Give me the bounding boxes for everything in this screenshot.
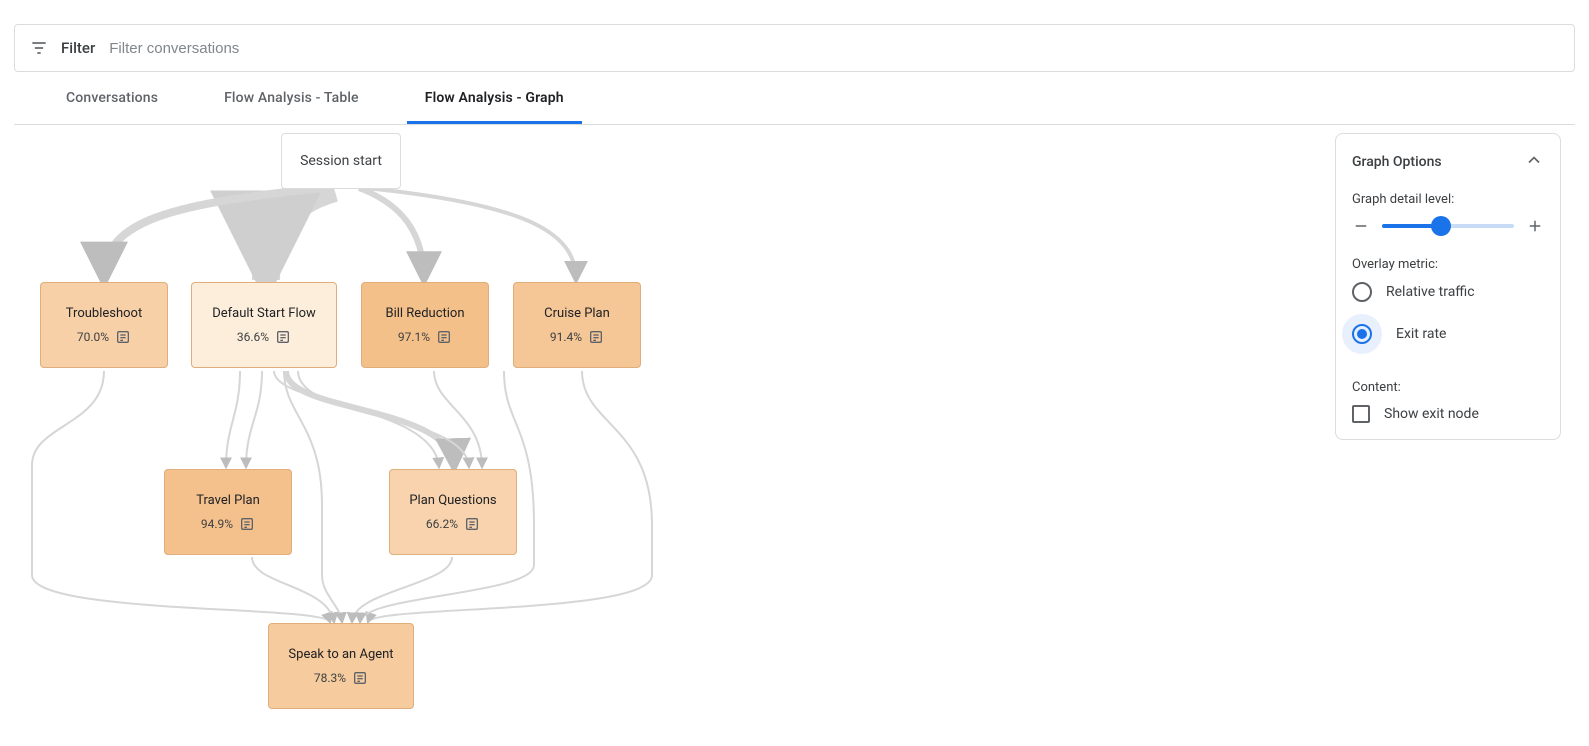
content-label: Content:: [1352, 380, 1544, 395]
overlay-metric-label: Overlay metric:: [1352, 257, 1544, 272]
graph-options-header[interactable]: Graph Options: [1352, 150, 1544, 174]
checkbox-icon: [1352, 405, 1370, 423]
node-pct: 36.6%: [237, 330, 269, 344]
node-travel-plan[interactable]: Travel Plan 94.9%: [164, 469, 292, 555]
details-icon: [436, 329, 452, 345]
node-title: Bill Reduction: [385, 306, 464, 321]
tabs: Conversations Flow Analysis - Table Flow…: [14, 72, 1575, 125]
zoom-out-button[interactable]: [1352, 217, 1370, 235]
tab-conversations[interactable]: Conversations: [48, 72, 176, 124]
node-plan-questions[interactable]: Plan Questions 66.2%: [389, 469, 517, 555]
node-pct: 94.9%: [201, 517, 233, 531]
node-pct: 91.4%: [550, 330, 582, 344]
details-icon: [275, 329, 291, 345]
radio-exit-rate[interactable]: Exit rate: [1352, 314, 1544, 354]
radio-icon: [1352, 282, 1372, 302]
radio-halo: [1342, 314, 1382, 354]
node-session-start[interactable]: Session start: [281, 133, 401, 189]
node-title: Travel Plan: [196, 493, 260, 508]
checkbox-show-exit-node[interactable]: Show exit node: [1352, 405, 1544, 423]
tab-flow-graph[interactable]: Flow Analysis - Graph: [407, 72, 582, 124]
details-icon: [239, 516, 255, 532]
zoom-in-button[interactable]: [1526, 217, 1544, 235]
details-icon: [115, 329, 131, 345]
node-pct: 66.2%: [426, 517, 458, 531]
node-title: Plan Questions: [409, 493, 496, 508]
radio-label: Exit rate: [1396, 326, 1446, 342]
slider-thumb[interactable]: [1431, 216, 1451, 236]
detail-level-label: Graph detail level:: [1352, 192, 1544, 207]
graph-canvas[interactable]: Session start Troubleshoot 70.0% Default…: [14, 125, 1575, 745]
node-troubleshoot[interactable]: Troubleshoot 70.0%: [40, 282, 168, 368]
chevron-up-icon: [1524, 150, 1544, 174]
node-speak-to-agent[interactable]: Speak to an Agent 78.3%: [268, 623, 414, 709]
detail-level-slider-row: [1352, 217, 1544, 235]
graph-options-panel: Graph Options Graph detail level: Overla…: [1335, 133, 1561, 440]
radio-label: Relative traffic: [1386, 284, 1475, 300]
node-title: Cruise Plan: [544, 306, 610, 321]
node-title: Troubleshoot: [66, 306, 142, 321]
node-bill-reduction[interactable]: Bill Reduction 97.1%: [361, 282, 489, 368]
node-pct: 70.0%: [77, 330, 109, 344]
details-icon: [352, 670, 368, 686]
details-icon: [588, 329, 604, 345]
node-pct: 97.1%: [398, 330, 430, 344]
details-icon: [464, 516, 480, 532]
detail-level-slider[interactable]: [1382, 224, 1514, 228]
filter-input[interactable]: [107, 39, 1560, 58]
node-default-start-flow[interactable]: Default Start Flow 36.6%: [191, 282, 337, 368]
node-title: Default Start Flow: [212, 306, 316, 321]
checkbox-label: Show exit node: [1384, 406, 1479, 422]
filter-bar: Filter: [14, 24, 1575, 72]
node-cruise-plan[interactable]: Cruise Plan 91.4%: [513, 282, 641, 368]
filter-label: Filter: [61, 39, 95, 57]
filter-icon: [29, 38, 49, 58]
radio-icon: [1352, 324, 1372, 344]
graph-options-title: Graph Options: [1352, 154, 1442, 170]
node-session-start-label: Session start: [300, 153, 382, 169]
tab-flow-table[interactable]: Flow Analysis - Table: [206, 72, 377, 124]
radio-relative-traffic[interactable]: Relative traffic: [1352, 282, 1544, 302]
node-pct: 78.3%: [314, 671, 346, 685]
node-title: Speak to an Agent: [288, 647, 393, 662]
